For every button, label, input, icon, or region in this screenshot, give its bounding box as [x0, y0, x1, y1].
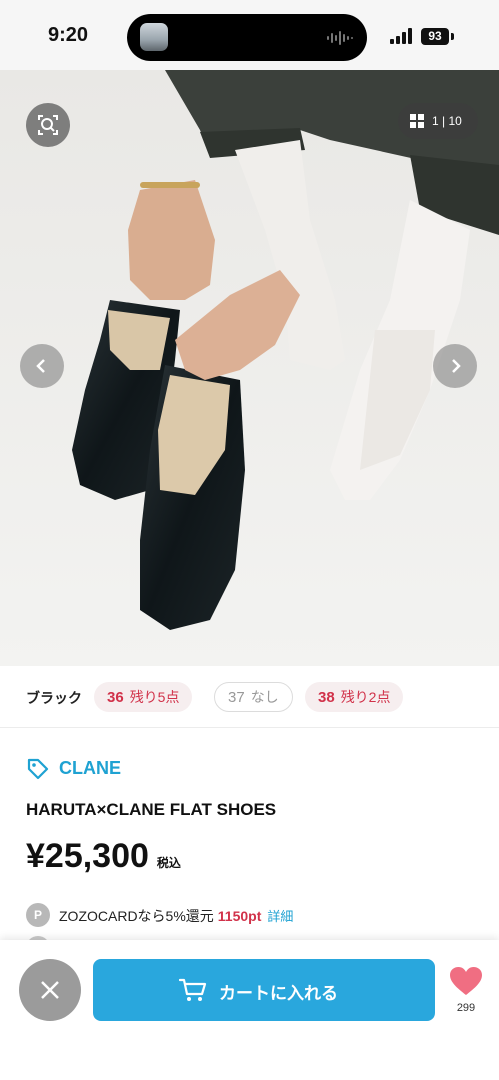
stock-status: なし	[250, 689, 279, 705]
bottom-action-bar: カートに入れる 299	[0, 940, 499, 1080]
variation-row: ブラック 36 残り5点 37 なし 38 残り2点	[0, 666, 499, 728]
grid-icon	[410, 114, 424, 128]
product-name: HARUTA×CLANE FLAT SHOES	[26, 800, 277, 819]
battery-tip	[451, 33, 454, 40]
size-chip-36[interactable]: 36 残り5点	[94, 682, 193, 712]
image-search-icon	[38, 115, 58, 135]
chevron-left-icon	[36, 359, 45, 373]
size-number: 36	[107, 689, 124, 706]
price: ¥25,300 税込	[26, 837, 181, 876]
size-number: 38	[318, 689, 335, 706]
favorite-button[interactable]: 299	[443, 964, 489, 1020]
price-value: ¥25,300	[26, 837, 149, 875]
color-name: ブラック	[26, 690, 82, 706]
status-time: 9:20	[48, 24, 89, 46]
size-chip-38[interactable]: 38 残り2点	[305, 682, 404, 712]
product-photo	[0, 70, 499, 666]
close-button[interactable]	[19, 959, 81, 1021]
size-number: 37	[228, 689, 245, 706]
chevron-right-icon	[452, 359, 461, 373]
image-search-button[interactable]	[26, 103, 70, 147]
image-counter[interactable]: 1 | 10	[398, 103, 478, 139]
battery-level: 93	[428, 29, 442, 43]
favorite-count: 299	[456, 1002, 476, 1014]
points-value: 1150pt	[217, 908, 262, 924]
media-thumbnail	[140, 23, 168, 51]
cart-button-label: カートに入れる	[219, 984, 338, 1003]
dynamic-island	[127, 14, 367, 61]
points-description: ZOZOCARDなら5%還元	[59, 908, 214, 924]
heart-icon	[450, 967, 482, 995]
battery-icon: 93	[421, 28, 449, 45]
stock-status: 残り5点	[129, 689, 180, 705]
stock-status: 残り2点	[340, 689, 391, 705]
points-badge-icon: P	[26, 903, 50, 927]
tag-icon	[27, 758, 49, 780]
size-chip-37[interactable]: 37 なし	[214, 682, 293, 712]
close-icon	[41, 981, 59, 999]
product-image-gallery[interactable]: 1 | 10	[0, 70, 499, 666]
signal-icon	[390, 28, 412, 44]
tax-label: 税込	[156, 856, 181, 870]
cart-icon	[179, 978, 207, 1001]
add-to-cart-button[interactable]: カートに入れる	[93, 959, 435, 1021]
previous-image-button[interactable]	[20, 344, 64, 388]
brand-name: CLANE	[59, 758, 121, 778]
image-counter-text: 1 | 10	[432, 114, 462, 128]
points-text: ZOZOCARDなら5%還元 1150pt 詳細	[59, 906, 293, 926]
next-image-button[interactable]	[433, 344, 477, 388]
points-detail-link[interactable]: 詳細	[267, 909, 293, 924]
audio-wave-icon	[327, 31, 353, 45]
status-bar: 9:20 93	[0, 0, 499, 70]
